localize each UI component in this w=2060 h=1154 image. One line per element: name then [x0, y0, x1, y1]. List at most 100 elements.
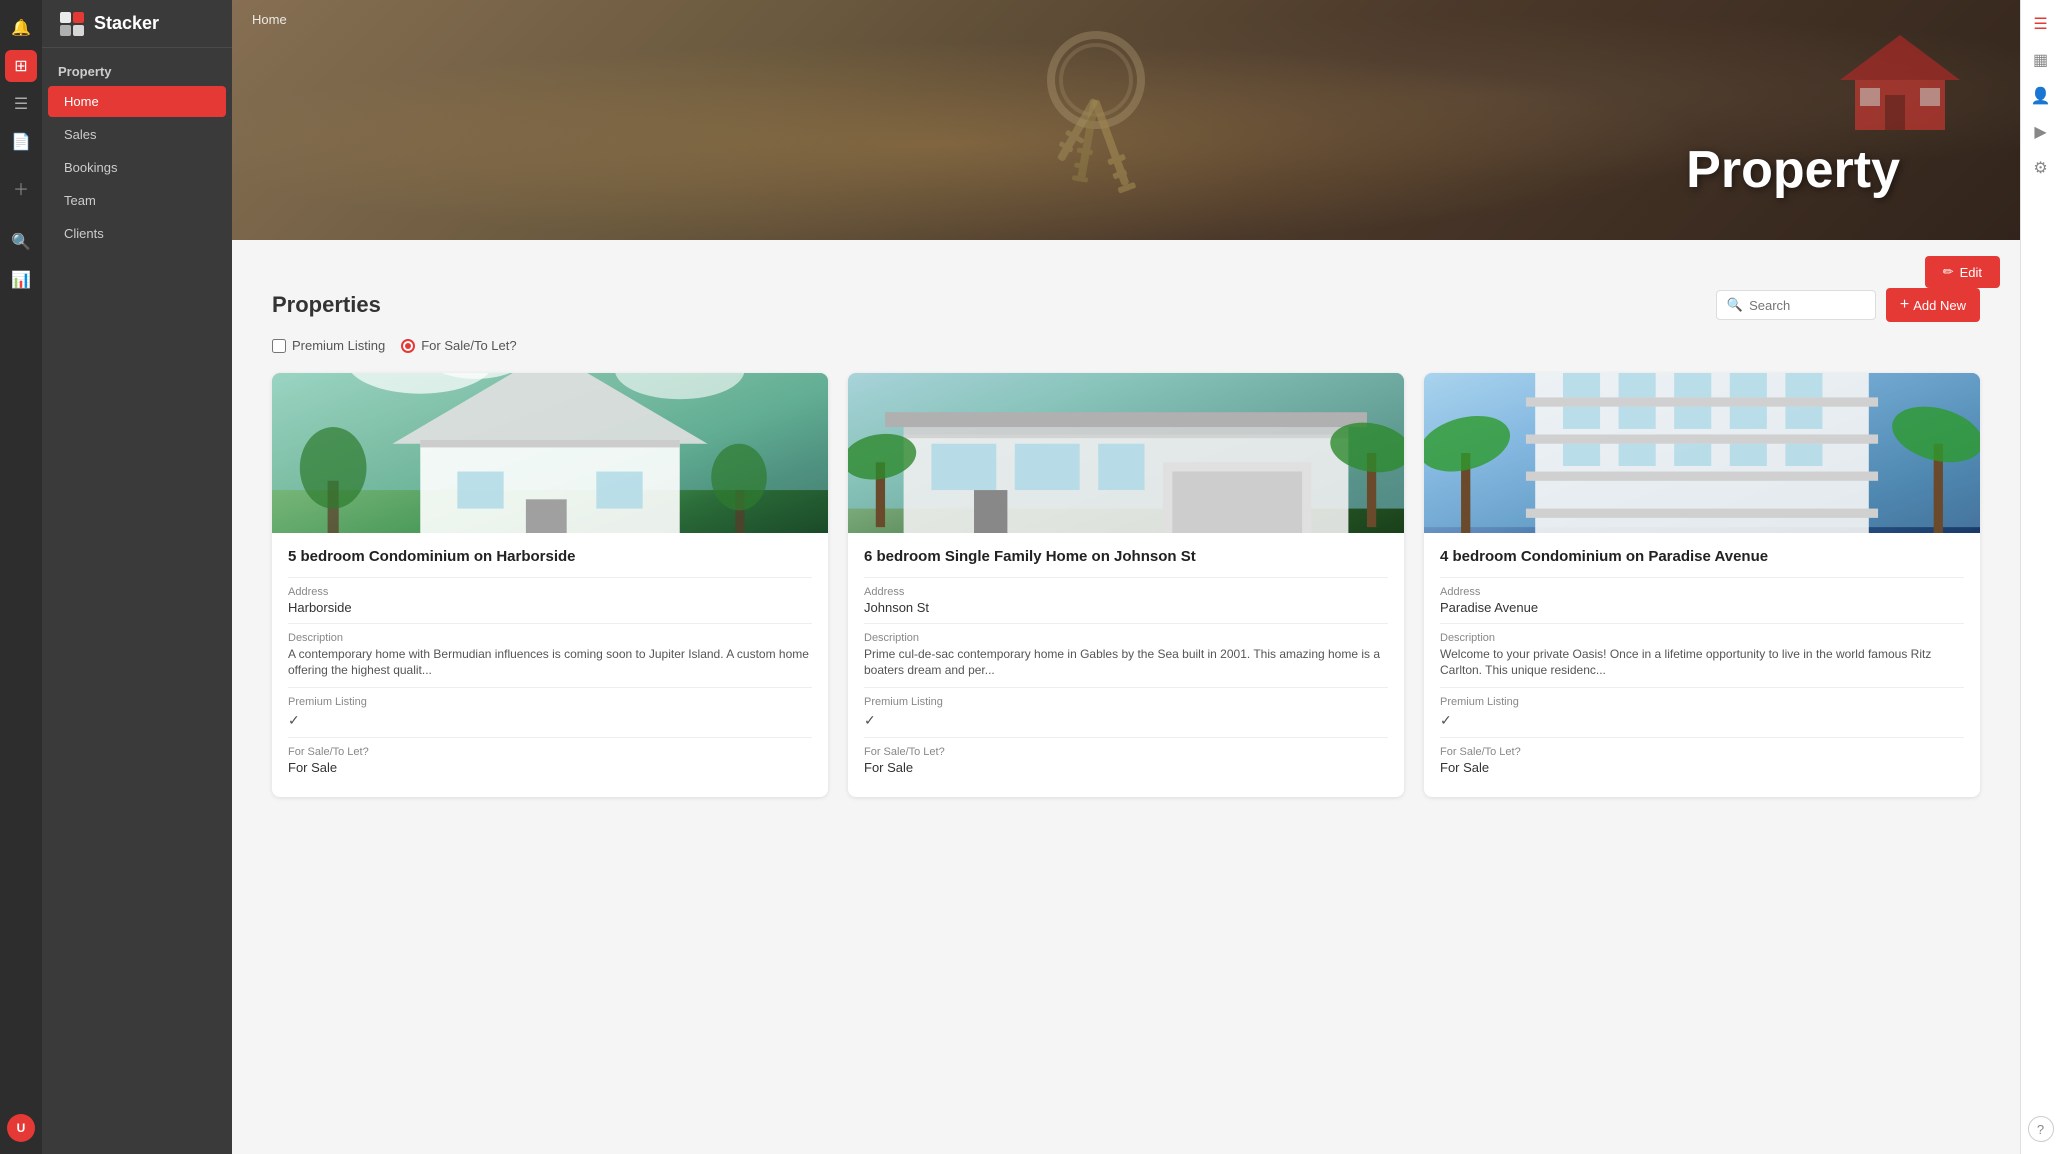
- card-3-content: 4 bedroom Condominium on Paradise Avenue…: [1424, 533, 1980, 797]
- card-1-premium-field: Premium Listing ✓: [288, 696, 812, 729]
- card-1-content: 5 bedroom Condominium on Harborside Addr…: [272, 533, 828, 797]
- sidebar-item-team-label: Team: [64, 193, 96, 208]
- pencil-icon: ✏: [1943, 264, 1954, 280]
- icon-rail: 🔔 ⊞ ☰ 📄 ＋ 🔍 📊 U: [0, 0, 42, 1154]
- card-1-premium-check: ✓: [288, 712, 812, 729]
- edit-bar: ✏ Edit: [232, 240, 2020, 288]
- right-panel-help-button[interactable]: ?: [2028, 1116, 2054, 1142]
- card-2-desc-value: Prime cul-de-sac contemporary home in Ga…: [864, 646, 1388, 680]
- app-name: Stacker: [94, 13, 159, 34]
- search-rail-icon[interactable]: 🔍: [5, 226, 37, 258]
- hero-keys-decoration: [946, 20, 1246, 220]
- card-1-forsale-value: For Sale: [288, 760, 812, 775]
- card-3-premium-field: Premium Listing ✓: [1440, 696, 1964, 729]
- card-image-3: [1424, 373, 1980, 533]
- card-3-address-value: Paradise Avenue: [1440, 600, 1964, 615]
- page-icon[interactable]: 📄: [5, 126, 37, 158]
- search-box: 🔍: [1716, 290, 1876, 320]
- card-2-address-label: Address: [864, 586, 1388, 598]
- divider: [288, 687, 812, 688]
- card-1-title: 5 bedroom Condominium on Harborside: [288, 547, 812, 567]
- divider: [1440, 623, 1964, 624]
- divider: [864, 737, 1388, 738]
- card-1-address-label: Address: [288, 586, 812, 598]
- right-panel-chevron-icon[interactable]: ▶: [2025, 116, 2057, 148]
- card-3-desc-value: Welcome to your private Oasis! Once in a…: [1440, 646, 1964, 680]
- add-new-label: Add New: [1913, 298, 1966, 313]
- search-input[interactable]: [1749, 298, 1865, 313]
- card-image-2: [848, 373, 1404, 533]
- sidebar-item-clients[interactable]: Clients: [48, 218, 226, 249]
- help-label: ?: [2037, 1122, 2044, 1137]
- divider: [288, 577, 812, 578]
- notification-icon[interactable]: 🔔: [5, 12, 37, 44]
- divider: [1440, 577, 1964, 578]
- reports-rail-icon[interactable]: 📊: [5, 264, 37, 296]
- card-2-premium-field: Premium Listing ✓: [864, 696, 1388, 729]
- filter-premium-listing[interactable]: Premium Listing: [272, 338, 385, 353]
- divider: [288, 737, 812, 738]
- radio-dot-inner: [405, 343, 411, 349]
- sidebar: Stacker Property Home Sales Bookings Tea…: [42, 0, 232, 1154]
- sidebar-item-sales[interactable]: Sales: [48, 119, 226, 150]
- card-2-forsale-value: For Sale: [864, 760, 1388, 775]
- hero-house-decoration: [1840, 30, 1960, 130]
- table-icon[interactable]: ☰: [5, 88, 37, 120]
- breadcrumb: Home: [252, 12, 287, 27]
- right-panel: ☰ ▦ 👤 ▶ ⚙ ?: [2020, 0, 2060, 1154]
- for-sale-radio[interactable]: [401, 339, 415, 353]
- premium-listing-checkbox[interactable]: [272, 339, 286, 353]
- card-1-desc-field: Description A contemporary home with Ber…: [288, 632, 812, 680]
- main-content: Home Property ✏ Edit Properties 🔍 +: [232, 0, 2020, 1154]
- filter-row: Premium Listing For Sale/To Let?: [272, 338, 1980, 353]
- filter-for-sale[interactable]: For Sale/To Let?: [401, 338, 516, 353]
- card-3-premium-label: Premium Listing: [1440, 696, 1964, 708]
- hero-section: Home Property: [232, 0, 2020, 240]
- sidebar-item-sales-label: Sales: [64, 127, 97, 142]
- card-1-desc-label: Description: [288, 632, 812, 644]
- premium-listing-label: Premium Listing: [292, 338, 385, 353]
- card-2-content: 6 bedroom Single Family Home on Johnson …: [848, 533, 1404, 797]
- add-item-icon[interactable]: ＋: [5, 172, 37, 204]
- property-card-2[interactable]: 6 bedroom Single Family Home on Johnson …: [848, 373, 1404, 797]
- card-3-address-label: Address: [1440, 586, 1964, 598]
- card-3-desc-label: Description: [1440, 632, 1964, 644]
- properties-section: Properties 🔍 + Add New Premium Listi: [232, 288, 2020, 837]
- sidebar-item-clients-label: Clients: [64, 226, 104, 241]
- hero-title: Property: [1686, 140, 1900, 200]
- add-new-button[interactable]: + Add New: [1886, 288, 1980, 322]
- search-icon: 🔍: [1727, 297, 1743, 313]
- card-3-address-field: Address Paradise Avenue: [1440, 586, 1964, 615]
- property-card-1[interactable]: 5 bedroom Condominium on Harborside Addr…: [272, 373, 828, 797]
- user-avatar[interactable]: U: [7, 1114, 35, 1142]
- right-panel-list-icon[interactable]: ☰: [2025, 8, 2057, 40]
- sidebar-item-home-label: Home: [64, 94, 99, 109]
- content-area: ✏ Edit Properties 🔍 + Add New: [232, 240, 2020, 1154]
- card-2-premium-check: ✓: [864, 712, 1388, 729]
- card-1-forsale-label: For Sale/To Let?: [288, 746, 812, 758]
- sidebar-item-bookings-label: Bookings: [64, 160, 117, 175]
- property-card-3[interactable]: 4 bedroom Condominium on Paradise Avenue…: [1424, 373, 1980, 797]
- card-3-forsale-field: For Sale/To Let? For Sale: [1440, 746, 1964, 775]
- divider: [1440, 687, 1964, 688]
- card-2-address-value: Johnson St: [864, 600, 1388, 615]
- right-panel-person-icon[interactable]: 👤: [2025, 80, 2057, 112]
- dashboard-icon[interactable]: ⊞: [5, 50, 37, 82]
- card-2-address-field: Address Johnson St: [864, 586, 1388, 615]
- card-3-forsale-label: For Sale/To Let?: [1440, 746, 1964, 758]
- sidebar-item-team[interactable]: Team: [48, 185, 226, 216]
- right-panel-gear-icon[interactable]: ⚙: [2025, 152, 2057, 184]
- divider: [1440, 737, 1964, 738]
- edit-button[interactable]: ✏ Edit: [1925, 256, 2000, 288]
- card-1-address-field: Address Harborside: [288, 586, 812, 615]
- properties-controls: 🔍 + Add New: [1716, 288, 1980, 322]
- sidebar-item-bookings[interactable]: Bookings: [48, 152, 226, 183]
- sidebar-item-home[interactable]: Home: [48, 86, 226, 117]
- card-3-title: 4 bedroom Condominium on Paradise Avenue: [1440, 547, 1964, 567]
- right-panel-calendar-icon[interactable]: ▦: [2025, 44, 2057, 76]
- card-2-forsale-label: For Sale/To Let?: [864, 746, 1388, 758]
- card-2-premium-label: Premium Listing: [864, 696, 1388, 708]
- plus-icon: +: [1900, 296, 1909, 314]
- properties-title: Properties: [272, 292, 381, 318]
- sidebar-section-label: Property: [42, 48, 232, 85]
